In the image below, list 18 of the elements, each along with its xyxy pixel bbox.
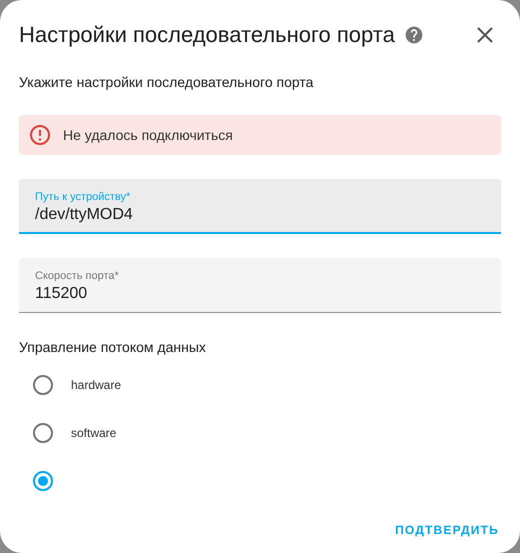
field-label: Путь к устройству* — [35, 191, 132, 203]
field-label: Скорость порта* — [35, 270, 120, 282]
group-label: Управление потоком данных — [19, 339, 207, 355]
text-field[interactable]: Скорость порта* 115200 — [19, 258, 501, 313]
radio-button[interactable] — [33, 375, 53, 395]
radio-button[interactable] — [33, 423, 53, 443]
radio-button[interactable] — [33, 471, 53, 491]
dialog-subtitle: Укажите настройки последовательного порта — [19, 74, 314, 90]
dialog-title: Настройки последовательного порта — [19, 22, 395, 48]
field-input[interactable]: 115200 — [35, 285, 485, 303]
error-message: Не удалось подключиться — [63, 127, 233, 143]
error-icon — [29, 124, 51, 146]
radio-label: software — [71, 426, 116, 440]
help-icon[interactable] — [404, 25, 424, 45]
field-input[interactable]: /dev/ttyMOD4 — [35, 206, 485, 224]
radio-label: hardware — [71, 378, 122, 392]
close-button[interactable] — [475, 25, 495, 45]
text-field[interactable]: Путь к устройству* /dev/ttyMOD4 — [19, 179, 501, 234]
